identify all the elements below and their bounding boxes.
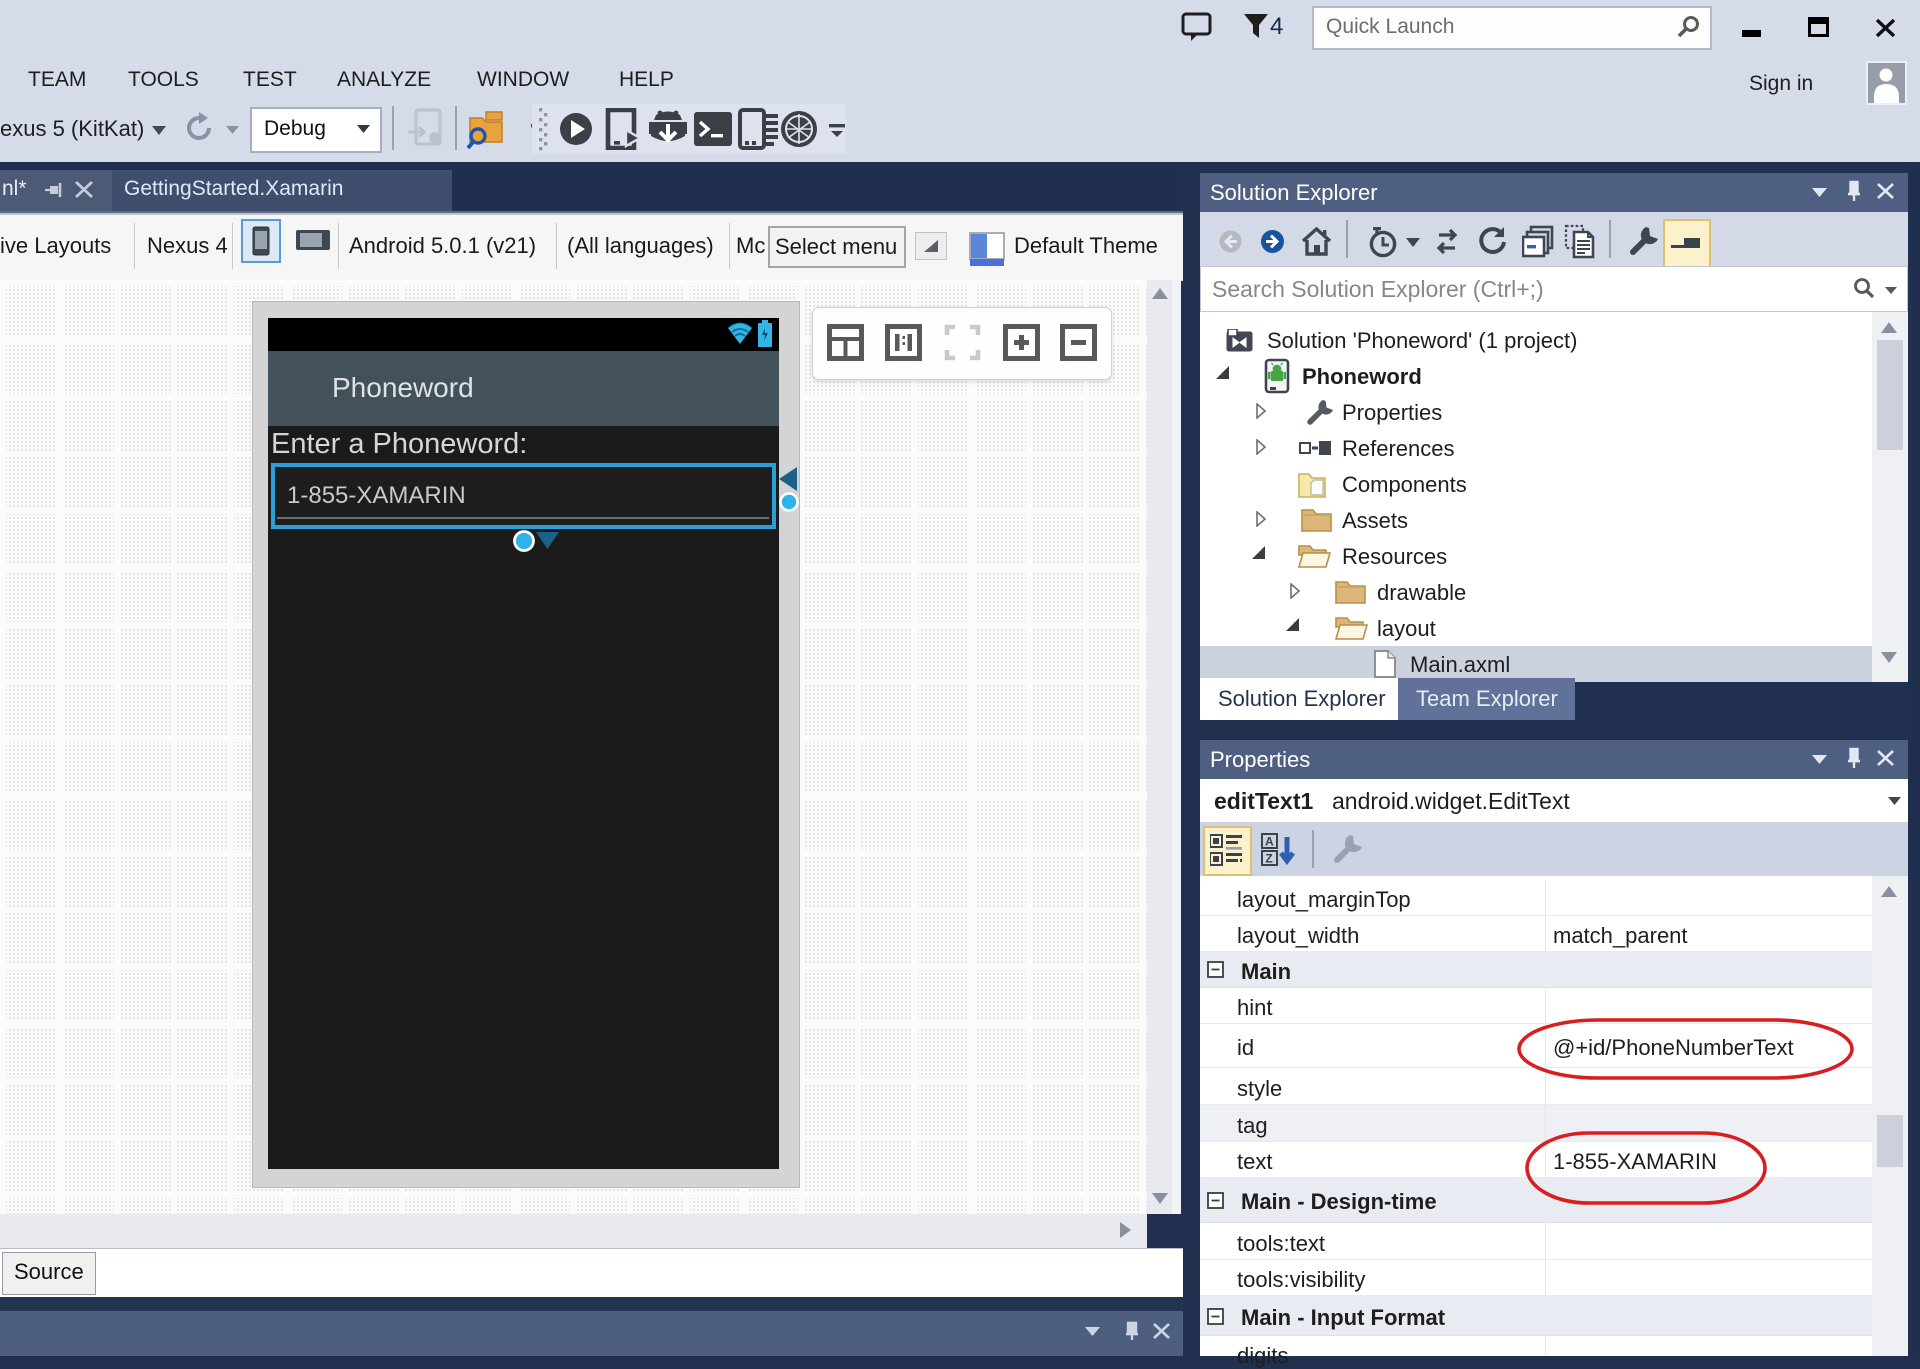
- svg-text:Z: Z: [1265, 852, 1272, 866]
- svg-text:A: A: [1265, 835, 1274, 849]
